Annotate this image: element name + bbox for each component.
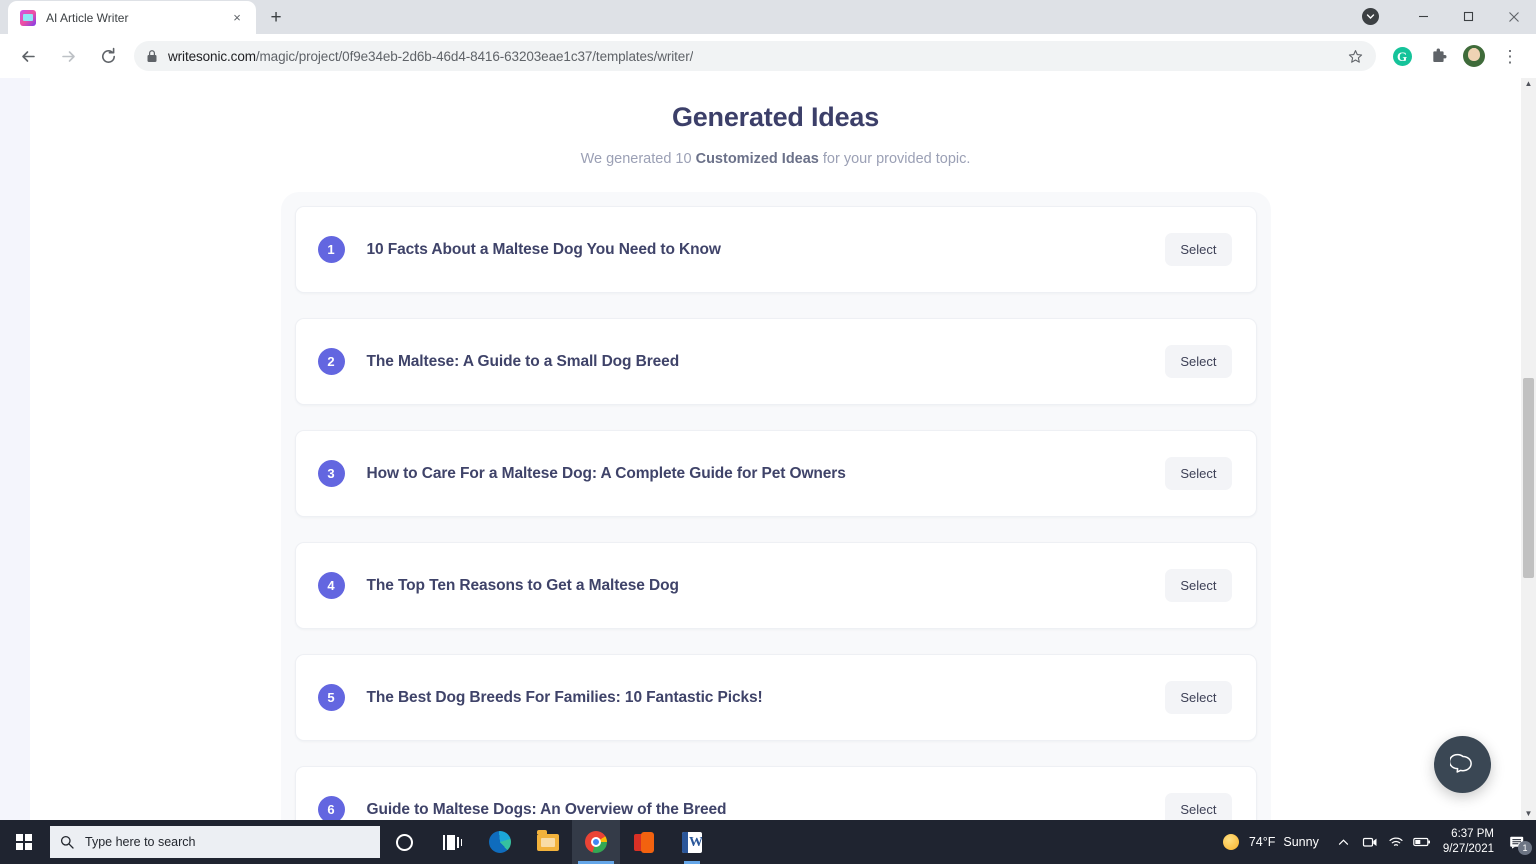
clock-date: 9/27/2021: [1442, 843, 1494, 855]
back-button[interactable]: [12, 40, 44, 72]
idea-title: How to Care For a Maltese Dog: A Complet…: [366, 464, 846, 482]
microsoft-edge-icon[interactable]: [476, 820, 524, 864]
file-explorer-icon[interactable]: [524, 820, 572, 864]
idea-card[interactable]: 2 The Maltese: A Guide to a Small Dog Bre…: [294, 318, 1257, 405]
idea-card[interactable]: 5 The Best Dog Breeds For Families: 10 Fa…: [294, 654, 1257, 741]
battery-icon[interactable]: [1409, 820, 1435, 864]
subtitle-suffix: for your provided topic.: [818, 151, 971, 167]
profile-avatar[interactable]: [1459, 41, 1489, 71]
wifi-icon[interactable]: [1383, 820, 1409, 864]
window-controls: [1362, 0, 1536, 33]
google-chrome-icon[interactable]: [572, 820, 620, 864]
idea-number-badge: 3: [317, 460, 345, 487]
notification-badge: 1: [1518, 841, 1532, 855]
task-view-icon[interactable]: [428, 820, 476, 864]
reload-button[interactable]: [92, 40, 124, 72]
page-viewport: Generated Ideas We generated 10 Customiz…: [0, 78, 1536, 820]
extensions-puzzle-icon[interactable]: [1423, 41, 1453, 71]
tab-strip: AI Article Writer × +: [0, 0, 1536, 34]
select-button[interactable]: Select: [1165, 233, 1232, 266]
page-left-gutter: [0, 78, 30, 820]
browser-window: AI Article Writer × + writesonic.com/mag…: [0, 0, 1536, 864]
page-title: Generated Ideas: [671, 102, 880, 132]
search-placeholder: Type here to search: [85, 835, 196, 849]
system-tray: 74°F Sunny 6:37 PM 9/27/2021 1: [1222, 820, 1536, 864]
taskbar-weather[interactable]: 74°F Sunny: [1222, 834, 1319, 850]
select-button[interactable]: Select: [1165, 793, 1232, 820]
subtitle-highlight: Customized Ideas: [695, 151, 819, 167]
idea-number-badge: 2: [317, 348, 345, 375]
microsoft-word-icon[interactable]: W: [668, 820, 716, 864]
idea-number-badge: 4: [317, 572, 345, 599]
scrollbar-thumb[interactable]: [1523, 378, 1534, 578]
subtitle-prefix: We generated 10: [580, 151, 696, 167]
page-scrollbar[interactable]: ▲ ▼: [1521, 78, 1536, 820]
select-button[interactable]: Select: [1165, 345, 1232, 378]
idea-title: The Top Ten Reasons to Get a Maltese Dog: [366, 576, 679, 594]
taskbar-search-input[interactable]: Type here to search: [50, 826, 380, 858]
select-button[interactable]: Select: [1165, 457, 1232, 490]
chevron-up-icon[interactable]: [1331, 820, 1357, 864]
page-content: Generated Ideas We generated 10 Customiz…: [30, 78, 1521, 820]
notification-center-icon[interactable]: 1: [1504, 820, 1532, 864]
select-button[interactable]: Select: [1165, 681, 1232, 714]
close-window-button[interactable]: [1491, 0, 1536, 33]
url-path: /magic/project/0f9e34eb-2d6b-46d4-8416-6…: [255, 48, 694, 64]
url-domain: writesonic.com: [168, 48, 256, 64]
sun-icon: [1222, 834, 1239, 850]
weather-condition: Sunny: [1283, 835, 1319, 849]
download-chevron-icon[interactable]: [1362, 8, 1379, 25]
windows-start-icon[interactable]: [0, 820, 48, 864]
idea-number-badge: 6: [317, 796, 345, 820]
idea-card[interactable]: 4 The Top Ten Reasons to Get a Maltese Do…: [294, 542, 1257, 629]
close-tab-icon[interactable]: ×: [228, 9, 246, 27]
select-button[interactable]: Select: [1165, 569, 1232, 602]
browser-tab[interactable]: AI Article Writer ×: [8, 1, 256, 34]
idea-card[interactable]: 3 How to Care For a Maltese Dog: A Comple…: [294, 430, 1257, 517]
weather-temperature: 74°F: [1248, 835, 1276, 849]
word-letter: W: [689, 834, 702, 850]
cortana-icon[interactable]: [380, 820, 428, 864]
taskbar-clock[interactable]: 6:37 PM 9/27/2021: [1443, 827, 1494, 857]
idea-title: Guide to Maltese Dogs: An Overview of th…: [366, 800, 727, 818]
idea-title: The Best Dog Breeds For Families: 10 Fan…: [366, 688, 763, 706]
microsoft-office-icon[interactable]: [620, 820, 668, 864]
idea-number-badge: 1: [317, 236, 345, 263]
idea-card[interactable]: 1 10 Facts About a Maltese Dog You Need t…: [294, 206, 1257, 293]
address-bar[interactable]: writesonic.com/magic/project/0f9e34eb-2d…: [134, 41, 1376, 71]
idea-card[interactable]: 6 Guide to Maltese Dogs: An Overview of t…: [294, 766, 1257, 820]
page-subtitle: We generated 10 Customized Ideas for you…: [30, 151, 1521, 167]
scroll-up-arrow[interactable]: ▲: [1525, 80, 1533, 88]
lock-icon: [146, 49, 158, 63]
new-tab-button[interactable]: +: [262, 3, 290, 31]
grammarly-letter: G: [1392, 46, 1412, 66]
scroll-down-arrow[interactable]: ▼: [1525, 810, 1533, 818]
meet-now-icon[interactable]: [1357, 820, 1383, 864]
grammarly-extension-icon[interactable]: G: [1387, 41, 1417, 71]
browser-toolbar: writesonic.com/magic/project/0f9e34eb-2d…: [0, 34, 1536, 78]
chat-bubble-icon[interactable]: [1434, 736, 1491, 793]
url-text: writesonic.com/magic/project/0f9e34eb-2d…: [168, 49, 693, 64]
idea-number-badge: 5: [317, 684, 345, 711]
maximize-button[interactable]: [1446, 0, 1491, 33]
chrome-menu-kebab[interactable]: ⋮: [1495, 41, 1525, 71]
writesonic-favicon: [20, 9, 36, 26]
tab-title: AI Article Writer: [46, 10, 129, 25]
star-icon[interactable]: [1342, 43, 1368, 69]
generated-ideas-list: 1 10 Facts About a Maltese Dog You Need t…: [280, 192, 1271, 820]
idea-title: The Maltese: A Guide to a Small Dog Bree…: [366, 352, 680, 370]
clock-time: 6:37 PM: [1451, 828, 1494, 840]
forward-button[interactable]: [52, 40, 84, 72]
idea-title: 10 Facts About a Maltese Dog You Need to…: [366, 240, 721, 258]
minimize-button[interactable]: [1401, 0, 1446, 33]
windows-taskbar: Type here to search W 74°F Sunny 6:37 PM…: [0, 820, 1536, 864]
search-icon: [60, 835, 74, 849]
